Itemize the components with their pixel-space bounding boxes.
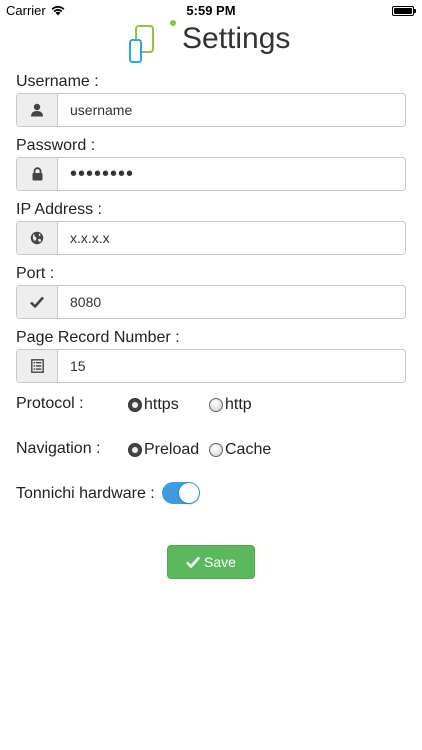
navigation-preload-radio[interactable]: Preload [128,441,199,459]
radio-unchecked-icon [209,398,223,412]
navigation-preload-label: Preload [144,441,200,458]
ip-address-input[interactable] [58,222,405,254]
radio-unchecked-icon [209,443,223,457]
navigation-cache-radio[interactable]: Cache [209,441,271,459]
navigation-label: Navigation : [16,440,101,457]
port-input[interactable] [58,286,405,318]
check-icon [17,286,58,318]
status-time: 5:59 PM [186,3,236,18]
user-icon [17,94,58,126]
navigation-cache-label: Cache [225,441,272,458]
header: Settings [0,20,422,68]
protocol-http-label: http [225,396,252,413]
page-record-number-label: Page Record Number : [16,329,180,346]
radio-checked-icon [128,398,142,412]
tonnichi-hardware-toggle[interactable] [162,482,200,504]
page-title: Settings [182,22,291,55]
page-record-number-input-group [16,349,406,383]
toggle-knob [179,483,199,503]
save-label: Save [204,554,236,570]
save-button[interactable]: Save [167,545,255,579]
check-icon [186,556,201,568]
page-record-number-input[interactable] [58,350,405,382]
ip-address-input-group [16,221,406,255]
port-input-group [16,285,406,319]
globe-icon [17,222,58,254]
ip-address-label: IP Address : [16,201,102,218]
protocol-https-label: https [144,396,179,413]
port-label: Port : [16,265,55,282]
password-input[interactable] [58,158,405,190]
tonnichi-hardware-label: Tonnichi hardware : [16,485,155,502]
username-input-group [16,93,406,127]
list-icon [17,350,58,382]
app-logo [129,20,176,63]
protocol-http-radio[interactable]: http [209,396,252,414]
battery-icon [392,6,416,16]
password-input-group [16,157,406,191]
lock-icon [17,158,58,190]
status-bar: Carrier 5:59 PM [0,0,422,22]
radio-checked-icon [128,443,142,457]
protocol-label: Protocol : [16,395,84,412]
password-label: Password : [16,137,96,154]
protocol-https-radio[interactable]: https [128,396,179,414]
username-input[interactable] [58,94,405,126]
username-label: Username : [16,73,99,90]
